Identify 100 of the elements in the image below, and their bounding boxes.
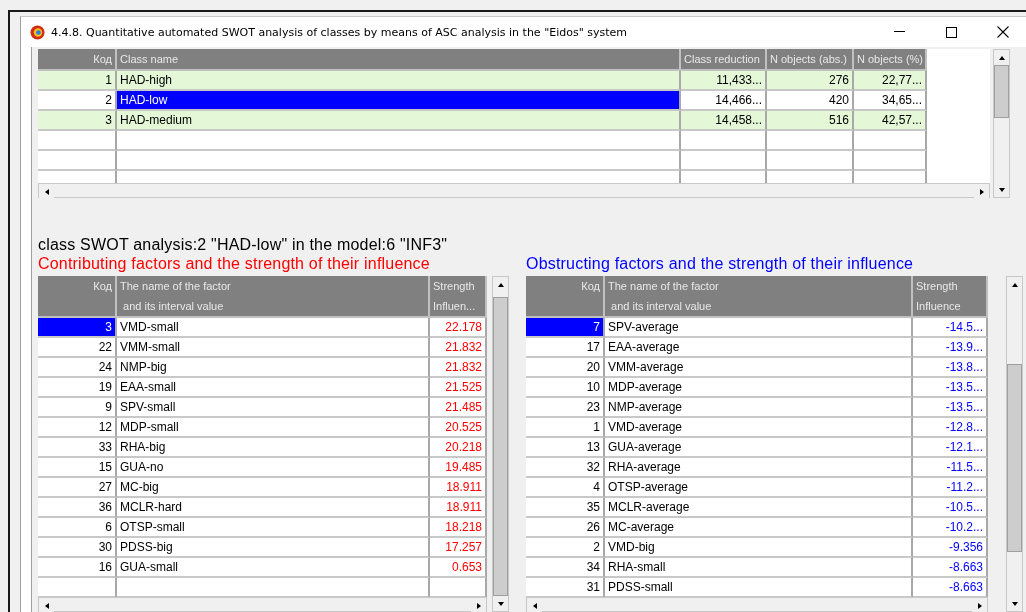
table-cell[interactable]: -14.5... xyxy=(913,318,988,338)
table-cell[interactable]: 14,458... xyxy=(681,111,767,131)
table-cell[interactable]: 23 xyxy=(526,398,605,418)
table-cell[interactable]: MC-big xyxy=(117,478,430,498)
table-cell[interactable]: MDP-small xyxy=(117,418,430,438)
table-cell[interactable]: -11.5... xyxy=(913,458,988,478)
table-cell[interactable]: 18.911 xyxy=(430,498,487,518)
table-cell[interactable]: SPV-small xyxy=(117,398,430,418)
table-cell[interactable]: 13 xyxy=(526,438,605,458)
table-cell[interactable]: -8.663 xyxy=(913,558,988,578)
table-cell[interactable]: 3 xyxy=(38,318,117,338)
table-cell[interactable]: 12 xyxy=(38,418,117,438)
table-cell[interactable]: NMP-big xyxy=(117,358,430,378)
table-cell[interactable]: HAD-high xyxy=(117,71,681,91)
table-cell[interactable]: 3 xyxy=(38,111,117,131)
table-cell[interactable]: 16 xyxy=(38,558,117,578)
table-cell[interactable]: 1 xyxy=(526,418,605,438)
table-cell[interactable]: GUA-no xyxy=(117,458,430,478)
table-cell[interactable]: 30 xyxy=(38,538,117,558)
horizontal-scrollbar[interactable] xyxy=(38,183,990,198)
table-cell[interactable]: 19.485 xyxy=(430,458,487,478)
table-cell[interactable]: MCLR-hard xyxy=(117,498,430,518)
table-cell[interactable]: 1 xyxy=(38,71,117,91)
table-cell[interactable]: EAA-small xyxy=(117,378,430,398)
scrollbar-thumb[interactable] xyxy=(493,297,508,596)
table-cell[interactable]: 32 xyxy=(526,458,605,478)
table-cell[interactable]: OTSP-small xyxy=(117,518,430,538)
table-cell[interactable]: 516 xyxy=(767,111,854,131)
table-cell[interactable]: 31 xyxy=(526,578,605,597)
table-cell[interactable]: HAD-medium xyxy=(117,111,681,131)
table-cell[interactable]: 22,77... xyxy=(854,71,927,91)
table-cell[interactable]: -13.5... xyxy=(913,398,988,418)
table-cell[interactable]: 18.218 xyxy=(430,518,487,538)
horizontal-scrollbar[interactable] xyxy=(526,597,988,612)
table-cell[interactable]: OTSP-average xyxy=(605,478,913,498)
table-cell[interactable]: -10.2... xyxy=(913,518,988,538)
table-cell[interactable]: NMP-average xyxy=(605,398,913,418)
table-cell[interactable]: EAA-average xyxy=(605,338,913,358)
table-cell[interactable]: -9.356 xyxy=(913,538,988,558)
table-cell[interactable]: 4 xyxy=(526,478,605,498)
table-cell[interactable]: RHA-average xyxy=(605,458,913,478)
table-cell[interactable]: 22 xyxy=(38,338,117,358)
table-cell[interactable]: -12.1... xyxy=(913,438,988,458)
table-cell[interactable]: 22.178 xyxy=(430,318,487,338)
table-cell[interactable]: VMD-average xyxy=(605,418,913,438)
table-cell[interactable]: VMM-average xyxy=(605,358,913,378)
table-cell[interactable]: 21.485 xyxy=(430,398,487,418)
vertical-scrollbar[interactable] xyxy=(492,276,509,612)
table-cell[interactable]: 21.832 xyxy=(430,338,487,358)
horizontal-scrollbar[interactable] xyxy=(38,597,487,612)
table-cell[interactable]: 11,433... xyxy=(681,71,767,91)
table-cell[interactable]: VMM-small xyxy=(117,338,430,358)
table-cell[interactable]: 420 xyxy=(767,91,854,111)
table-cell[interactable]: 26 xyxy=(526,518,605,538)
table-cell[interactable]: 27 xyxy=(38,478,117,498)
table-cell[interactable]: 20.525 xyxy=(430,418,487,438)
table-cell[interactable]: 19 xyxy=(38,378,117,398)
table-cell[interactable]: 35 xyxy=(526,498,605,518)
table-cell[interactable]: PDSS-small xyxy=(605,578,913,597)
table-cell[interactable]: -13.5... xyxy=(913,378,988,398)
table-cell[interactable]: GUA-small xyxy=(117,558,430,578)
table-cell[interactable]: 33 xyxy=(38,438,117,458)
table-cell[interactable]: GUA-average xyxy=(605,438,913,458)
table-cell[interactable]: HAD-low xyxy=(117,91,681,111)
table-cell[interactable]: 21.525 xyxy=(430,378,487,398)
table-cell[interactable]: VMD-big xyxy=(605,538,913,558)
table-cell[interactable]: 7 xyxy=(526,318,605,338)
table-cell[interactable]: 15 xyxy=(38,458,117,478)
table-cell[interactable]: -12.8... xyxy=(913,418,988,438)
table-cell[interactable]: -8.663 xyxy=(913,578,988,597)
table-cell[interactable]: MDP-average xyxy=(605,378,913,398)
table-cell[interactable]: MC-average xyxy=(605,518,913,538)
scrollbar-thumb[interactable] xyxy=(1007,364,1022,553)
table-cell[interactable]: MCLR-average xyxy=(605,498,913,518)
table-cell[interactable]: 0.653 xyxy=(430,558,487,578)
table-cell[interactable]: 6 xyxy=(38,518,117,538)
table-cell[interactable]: 20.218 xyxy=(430,438,487,458)
table-cell[interactable]: 18.911 xyxy=(430,478,487,498)
table-cell[interactable]: 9 xyxy=(38,398,117,418)
table-cell[interactable]: -13.9... xyxy=(913,338,988,358)
table-cell[interactable]: 34 xyxy=(526,558,605,578)
table-cell[interactable]: RHA-big xyxy=(117,438,430,458)
table-cell[interactable]: 14,466... xyxy=(681,91,767,111)
table-cell[interactable]: 2 xyxy=(526,538,605,558)
table-cell[interactable]: 24 xyxy=(38,358,117,378)
table-cell[interactable]: 21.832 xyxy=(430,358,487,378)
vertical-scrollbar[interactable] xyxy=(1006,276,1023,612)
vertical-scrollbar[interactable] xyxy=(993,49,1010,198)
table-cell[interactable]: -13.8... xyxy=(913,358,988,378)
table-cell[interactable]: PDSS-big xyxy=(117,538,430,558)
table-cell[interactable]: 10 xyxy=(526,378,605,398)
table-cell[interactable]: 20 xyxy=(526,358,605,378)
table-cell[interactable]: SPV-average xyxy=(605,318,913,338)
table-cell[interactable]: 42,57... xyxy=(854,111,927,131)
table-cell[interactable]: 17 xyxy=(526,338,605,358)
table-cell[interactable]: 34,65... xyxy=(854,91,927,111)
table-cell[interactable]: 2 xyxy=(38,91,117,111)
table-cell[interactable]: -10.5... xyxy=(913,498,988,518)
scrollbar-thumb[interactable] xyxy=(994,65,1009,118)
table-cell[interactable]: RHA-small xyxy=(605,558,913,578)
